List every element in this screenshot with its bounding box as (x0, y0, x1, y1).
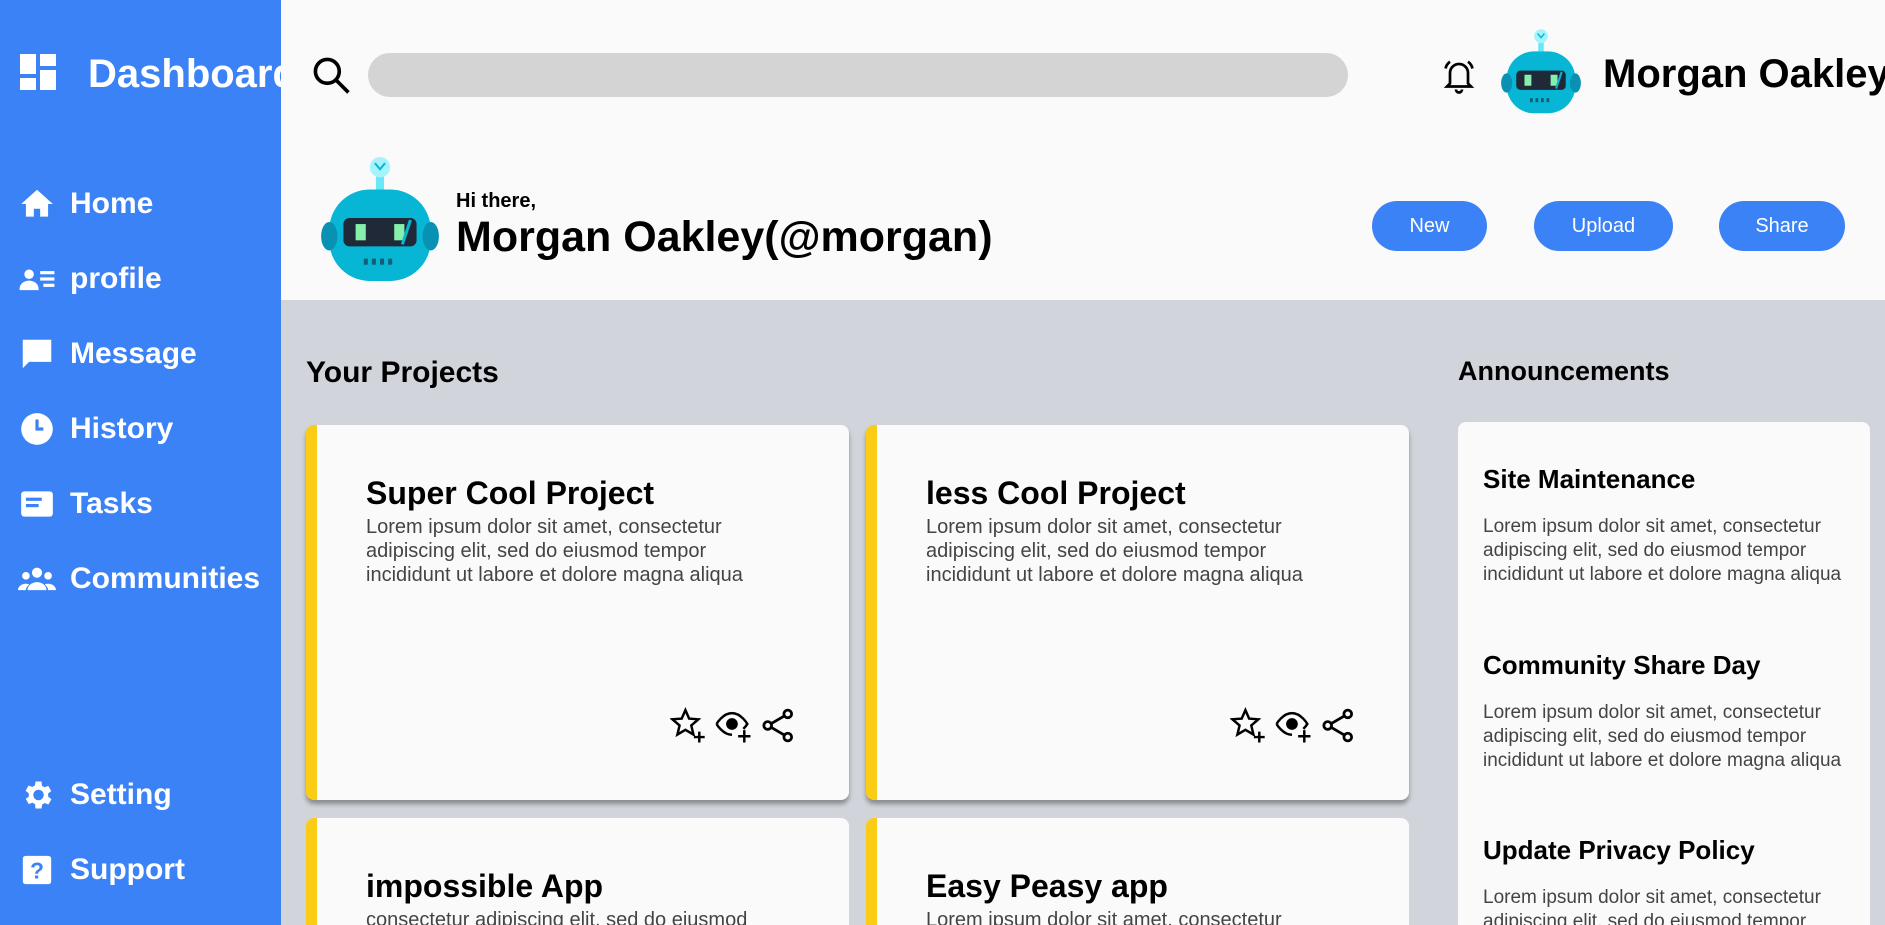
home-icon (18, 185, 56, 223)
project-description: consectetur adipiscing elit, sed do eius… (366, 909, 748, 925)
search-icon[interactable] (309, 53, 353, 97)
sidebar-item-label: Message (70, 336, 197, 370)
header: Morgan Oakley Hi there, Morgan Oakley(@m… (281, 0, 1885, 300)
upload-button[interactable]: Upload (1534, 201, 1673, 251)
brand-title: Dashboard (88, 52, 297, 96)
sidebar-item-tasks[interactable]: Tasks (18, 466, 260, 541)
sidebar-item-label: Home (70, 186, 154, 220)
announcement-item[interactable]: Update Privacy Policy Lorem ipsum dolor … (1483, 835, 1853, 925)
announcement-body: Lorem ipsum dolor sit amet, consectetur … (1483, 887, 1821, 925)
project-card[interactable]: impossible App consectetur adipiscing el… (306, 818, 849, 925)
project-title: Super Cool Project (366, 475, 655, 511)
help-icon: ? (18, 851, 56, 889)
project-card[interactable]: Super Cool Project Lorem ipsum dolor sit… (306, 425, 849, 800)
project-card[interactable]: Easy Peasy app Lorem ipsum dolor sit ame… (866, 818, 1409, 925)
announcement-body: Lorem ipsum dolor sit amet, consectetur … (1483, 702, 1842, 771)
announcement-body: Lorem ipsum dolor sit amet, consectetur … (1483, 516, 1842, 585)
watch-add-icon[interactable] (1275, 707, 1312, 744)
project-title: less Cool Project (926, 475, 1186, 511)
dashboard-icon (14, 48, 62, 101)
share-button[interactable]: Share (1719, 201, 1845, 251)
project-description: Lorem ipsum dolor sit amet, consectetur … (366, 516, 743, 586)
user-name[interactable]: Morgan Oakley (1603, 52, 1885, 97)
projects-title: Your Projects (306, 356, 499, 389)
announcements-panel: Site Maintenance Lorem ipsum dolor sit a… (1458, 422, 1870, 925)
sidebar-nav: Home profile Message History Tasks Commu… (18, 166, 260, 616)
user-avatar[interactable] (1499, 28, 1583, 116)
people-icon (18, 560, 56, 598)
project-title: Easy Peasy app (926, 868, 1168, 904)
new-button[interactable]: New (1372, 201, 1487, 251)
gear-icon (18, 776, 56, 814)
announcement-title: Site Maintenance (1483, 464, 1696, 494)
project-card[interactable]: less Cool Project Lorem ipsum dolor sit … (866, 425, 1409, 800)
sidebar-item-label: Support (70, 852, 185, 886)
project-description: Lorem ipsum dolor sit amet, consectetur … (926, 516, 1303, 586)
announcement-title: Update Privacy Policy (1483, 835, 1755, 865)
announcement-item[interactable]: Site Maintenance Lorem ipsum dolor sit a… (1483, 464, 1853, 587)
sidebar-item-label: Tasks (70, 486, 153, 520)
announcements-title: Announcements (1458, 356, 1670, 386)
tasks-icon (18, 485, 56, 523)
bell-icon[interactable] (1441, 56, 1477, 96)
sidebar-bottom-nav: Setting ? Support (18, 757, 185, 907)
sidebar-item-label: Communities (70, 561, 261, 595)
share-icon[interactable] (1320, 707, 1357, 744)
brand[interactable]: Dashboard (14, 48, 297, 101)
project-title: impossible App (366, 868, 604, 904)
watch-add-icon[interactable] (715, 707, 752, 744)
sidebar-item-message[interactable]: Message (18, 316, 260, 391)
sidebar-item-profile[interactable]: profile (18, 241, 260, 316)
sidebar-item-communities[interactable]: Communities (18, 541, 260, 616)
svg-text:?: ? (30, 857, 44, 883)
clock-icon (18, 410, 56, 448)
announcement-title: Community Share Day (1483, 650, 1761, 680)
sidebar-item-support[interactable]: ? Support (18, 832, 185, 907)
sidebar-item-label: Setting (70, 777, 172, 811)
sidebar-item-history[interactable]: History (18, 391, 260, 466)
sidebar-item-setting[interactable]: Setting (18, 757, 185, 832)
greeting-text: Hi there, (456, 190, 537, 212)
sidebar-item-home[interactable]: Home (18, 166, 260, 241)
announcement-item[interactable]: Community Share Day Lorem ipsum dolor si… (1483, 650, 1853, 773)
profile-avatar (319, 155, 441, 285)
project-actions (669, 706, 797, 744)
search-input[interactable] (368, 53, 1348, 97)
star-add-icon[interactable] (669, 706, 707, 744)
project-description: Lorem ipsum dolor sit amet, consectetur (926, 909, 1282, 925)
profile-icon (18, 260, 56, 298)
greeting-name: Morgan Oakley(@morgan) (456, 213, 993, 261)
message-icon (18, 335, 56, 373)
project-actions (1229, 706, 1357, 744)
star-add-icon[interactable] (1229, 706, 1267, 744)
sidebar-item-label: profile (70, 261, 162, 295)
sidebar-item-label: History (70, 411, 174, 445)
sidebar: Dashboard Home profile Message History T… (0, 0, 297, 925)
share-icon[interactable] (760, 707, 797, 744)
